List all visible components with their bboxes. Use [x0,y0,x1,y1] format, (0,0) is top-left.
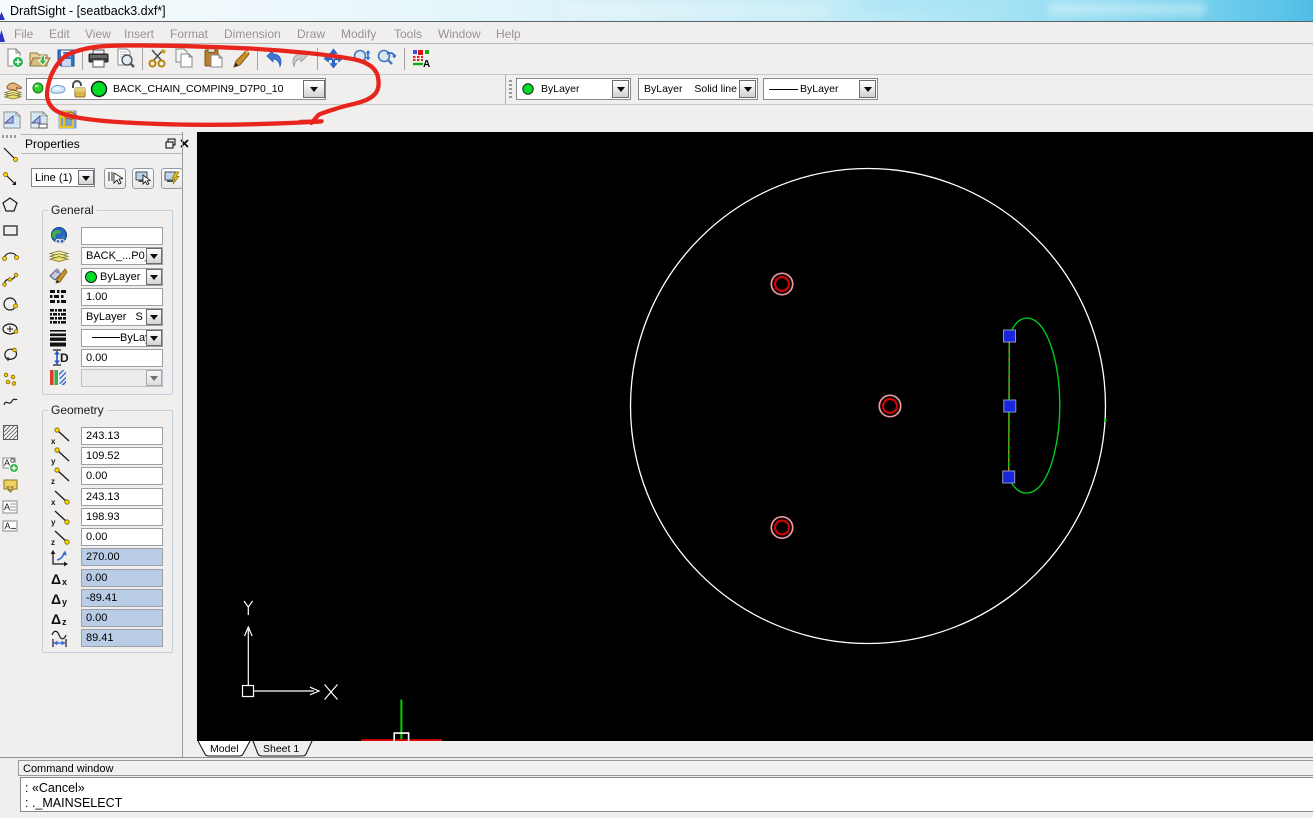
svg-text:A: A [4,502,10,512]
svg-text:Δ: Δ [51,611,61,627]
svg-text:y: y [62,597,67,607]
svg-text:x: x [62,577,67,587]
svg-text:z: z [62,617,67,627]
svg-text:x: x [51,498,56,507]
svg-text:x: x [51,437,56,446]
svg-text:y: y [51,518,56,527]
svg-text:y: y [51,457,56,466]
svg-text:D: D [60,351,69,365]
svg-text:A: A [423,59,430,69]
svg-text:z: z [51,477,55,486]
svg-text:Δ: Δ [51,591,61,607]
svg-text:A: A [4,458,10,468]
svg-text:z: z [51,538,55,547]
svg-text:Δ: Δ [51,571,61,587]
svg-text:A: A [5,521,11,531]
